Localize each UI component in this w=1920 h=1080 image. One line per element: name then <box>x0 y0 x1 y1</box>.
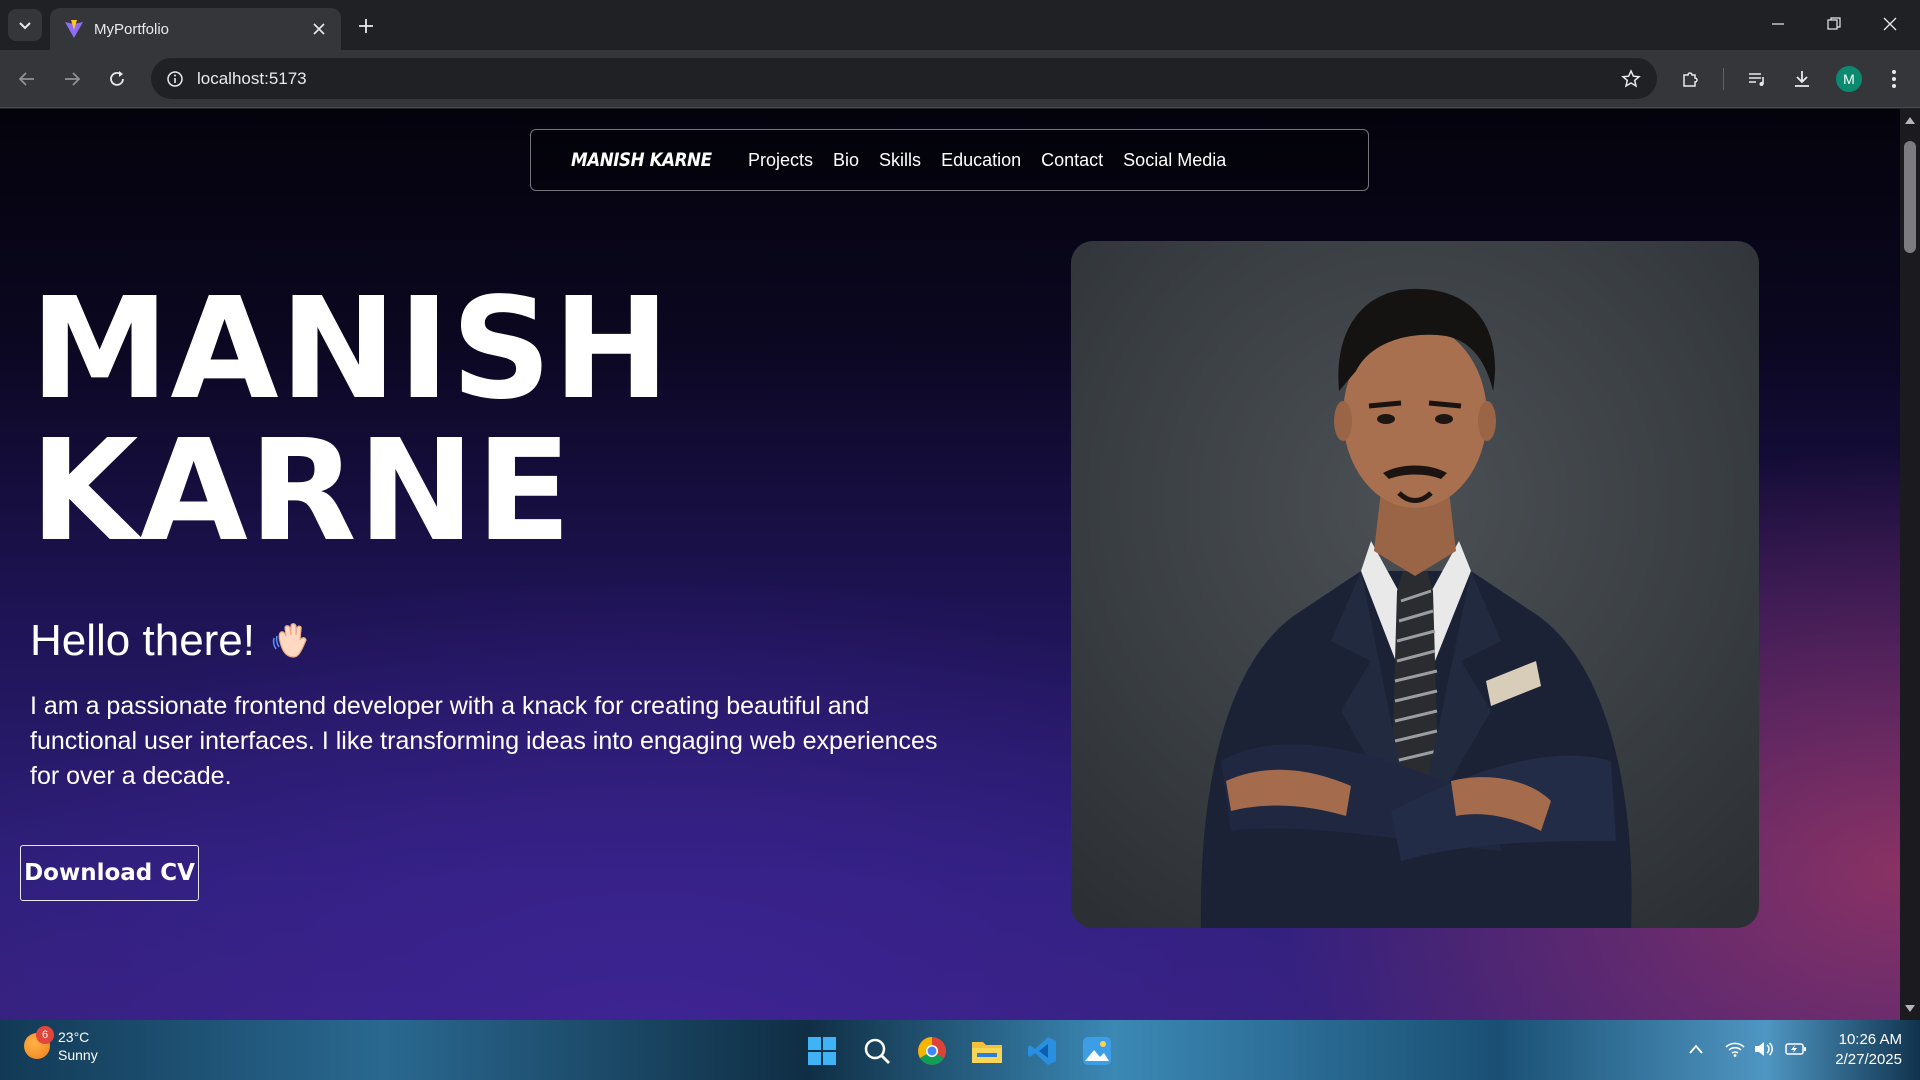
page-viewport: MANISH KARNE Projects Bio Skills Educati… <box>0 109 1900 1020</box>
download-icon <box>1795 71 1809 87</box>
toolbar-divider <box>1723 68 1724 90</box>
greeting-text: Hello there! <box>30 616 256 665</box>
downloads-button[interactable] <box>1786 63 1818 95</box>
taskbar-photos[interactable] <box>1080 1034 1114 1068</box>
battery-charging-icon <box>1785 1043 1806 1055</box>
nav-link-social-media[interactable]: Social Media <box>1123 150 1226 171</box>
sun-icon: 6 <box>24 1026 54 1059</box>
page-scrollbar[interactable] <box>1900 109 1920 1020</box>
arrow-right-icon <box>65 72 81 86</box>
taskbar-chrome[interactable] <box>915 1034 949 1068</box>
address-bar[interactable]: localhost:5173 <box>151 58 1657 99</box>
close-tab-icon[interactable] <box>309 19 329 39</box>
download-cv-button[interactable]: Download CV <box>20 845 199 901</box>
minimize-icon <box>1772 23 1784 25</box>
forward-button[interactable] <box>56 63 88 95</box>
system-clock[interactable]: 10:26 AM 2/27/2025 <box>1822 1030 1902 1070</box>
nav-link-contact[interactable]: Contact <box>1041 150 1103 171</box>
url-text[interactable]: localhost:5173 <box>197 69 307 89</box>
browser-tab-strip: MyPortfolio <box>0 0 1920 50</box>
scrollbar-thumb[interactable] <box>1904 141 1916 253</box>
chrome-icon <box>918 1037 946 1065</box>
close-window-button[interactable] <box>1862 0 1918 48</box>
profile-avatar[interactable]: M <box>1836 66 1862 92</box>
chevron-down-icon <box>19 22 31 30</box>
volume-control[interactable] <box>1752 1038 1774 1060</box>
wifi-status[interactable] <box>1724 1038 1746 1060</box>
close-icon <box>1883 17 1897 31</box>
vite-logo-icon <box>65 20 83 38</box>
folder-icon <box>972 1042 1002 1063</box>
clock-date: 2/27/2025 <box>1835 1051 1902 1068</box>
minimize-button[interactable] <box>1750 0 1806 48</box>
scroll-up-arrow-icon[interactable] <box>1905 115 1915 125</box>
profile-photo <box>1071 241 1759 928</box>
wifi-icon <box>1725 1042 1745 1057</box>
nav-link-education[interactable]: Education <box>941 150 1021 171</box>
windows-taskbar: 6 23°C Sunny 10:26 AM 2/27/2025 <box>0 1020 1920 1080</box>
hero-last-name: KARNE <box>30 410 573 573</box>
nav-link-projects[interactable]: Projects <box>748 150 813 171</box>
restore-button[interactable] <box>1806 0 1862 48</box>
nav-link-skills[interactable]: Skills <box>879 150 921 171</box>
playlist-icon <box>1749 73 1764 86</box>
browser-menu-button[interactable] <box>1878 63 1910 95</box>
reload-icon <box>110 71 124 86</box>
reload-button[interactable] <box>101 63 133 95</box>
scroll-down-arrow-icon[interactable] <box>1905 1004 1915 1014</box>
hero-first-name: MANISH <box>30 268 671 431</box>
photos-icon <box>1083 1037 1111 1065</box>
extensions-button[interactable] <box>1675 63 1707 95</box>
site-brand-logo[interactable]: MANISH KARNE <box>571 149 712 171</box>
restore-icon <box>1827 17 1841 30</box>
bio-paragraph: I am a passionate frontend developer wit… <box>30 692 938 790</box>
tab-search-button[interactable] <box>8 9 42 41</box>
portrait-image <box>1200 288 1632 928</box>
back-button[interactable] <box>11 63 43 95</box>
weather-widget[interactable]: 6 23°C Sunny <box>24 1026 98 1064</box>
arrow-left-icon <box>18 72 34 86</box>
plus-icon <box>359 19 373 33</box>
waving-hand-icon <box>272 623 307 658</box>
chevron-up-icon <box>1689 1044 1703 1054</box>
media-controls-button[interactable] <box>1741 63 1773 95</box>
bookmark-star-icon[interactable] <box>1619 67 1643 91</box>
kebab-menu-icon <box>1892 70 1896 88</box>
windows-logo-icon <box>808 1037 836 1065</box>
weather-temperature: 23°C <box>58 1029 90 1045</box>
nav-link-bio[interactable]: Bio <box>833 150 859 171</box>
browser-toolbar: localhost:5173 M <box>0 50 1920 108</box>
browser-tab[interactable]: MyPortfolio <box>50 8 341 50</box>
weather-condition: Sunny <box>58 1047 98 1063</box>
vscode-icon <box>1028 1037 1056 1065</box>
puzzle-icon <box>1683 72 1698 87</box>
battery-status[interactable] <box>1785 1038 1807 1060</box>
show-hidden-icons-button[interactable] <box>1685 1038 1707 1060</box>
site-navbar: MANISH KARNE Projects Bio Skills Educati… <box>530 129 1369 191</box>
hero-name: MANISH KARNE <box>30 279 671 563</box>
tab-title: MyPortfolio <box>94 20 170 38</box>
nav-links: Projects Bio Skills Education Contact So… <box>748 150 1226 171</box>
clock-time: 10:26 AM <box>1838 1031 1902 1048</box>
speaker-icon <box>1755 1042 1773 1056</box>
search-icon <box>864 1038 890 1064</box>
search-button[interactable] <box>860 1034 894 1068</box>
new-tab-button[interactable] <box>352 12 380 40</box>
start-button[interactable] <box>805 1034 839 1068</box>
site-info-icon[interactable] <box>163 67 187 91</box>
greeting: Hello there! <box>30 616 315 666</box>
weather-badge: 6 <box>36 1026 54 1044</box>
taskbar-vscode[interactable] <box>1025 1034 1059 1068</box>
taskbar-file-explorer[interactable] <box>970 1034 1004 1068</box>
